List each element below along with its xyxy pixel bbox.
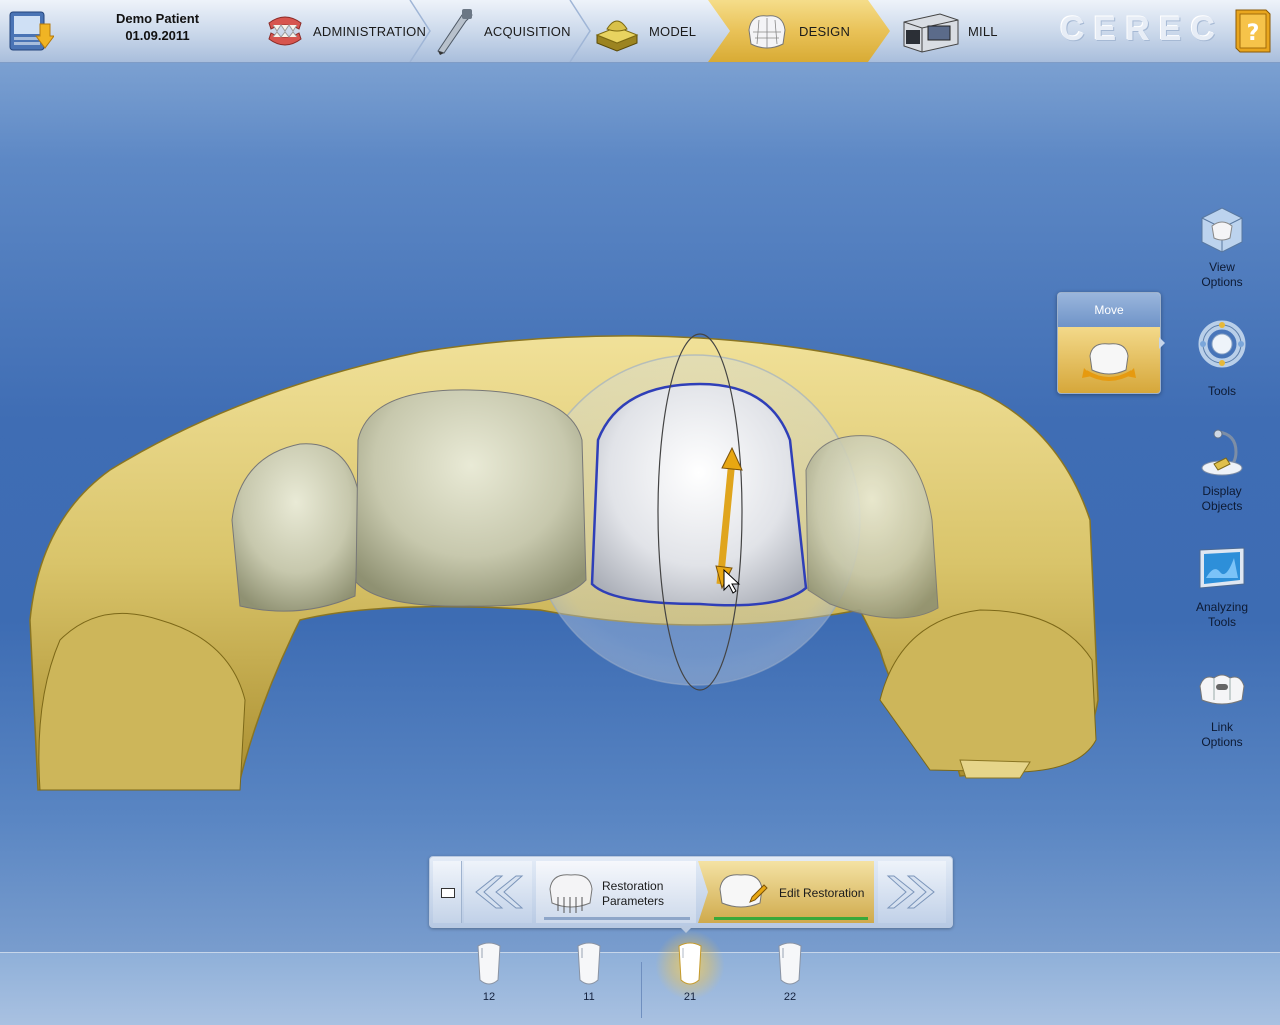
tools-ring-icon — [1198, 320, 1246, 368]
edit-restoration-step[interactable]: Edit Restoration — [698, 861, 874, 923]
tooth-icon — [577, 942, 601, 985]
tools-button[interactable]: Tools — [1186, 318, 1258, 399]
cerec-logo: CEREC — [1060, 10, 1225, 48]
design-3d-viewport[interactable] — [0, 63, 1280, 943]
tooth-number: 21 — [683, 991, 697, 1003]
move-popup-title: Move — [1058, 293, 1160, 327]
tooth-icon — [678, 942, 702, 985]
step-acquisition[interactable]: ACQUISITION — [432, 0, 571, 62]
edit-restoration-icon — [719, 874, 768, 908]
tooth-21-selected[interactable]: 21 — [670, 940, 710, 1003]
param-label-line1: Restoration — [602, 879, 664, 893]
view-options-button[interactable]: View Options — [1186, 204, 1258, 290]
view-cube-icon — [1201, 207, 1243, 253]
quadrant-separator — [641, 962, 642, 1018]
toggle-panel-button[interactable] — [433, 861, 462, 923]
move-tooth-icon — [1082, 343, 1136, 381]
popup-pointer — [1159, 337, 1165, 349]
step-label: ACQUISITION — [484, 23, 571, 39]
step-progress-active — [714, 917, 868, 920]
double-chevron-left-icon — [475, 875, 524, 909]
view-options-label: View Options — [1201, 260, 1243, 289]
tooth-12[interactable]: 12 — [469, 940, 509, 1003]
analyzing-tools-button[interactable]: Analyzing Tools — [1186, 544, 1258, 630]
step-mill[interactable]: MILL — [900, 0, 998, 62]
workflow-step-bar: Restoration Parameters Edit Restoration — [429, 856, 953, 928]
step-divider — [409, 0, 431, 62]
step-label: MODEL — [649, 23, 697, 39]
tooth-icon — [778, 942, 802, 985]
step-label: MILL — [968, 23, 998, 39]
move-tooth-button[interactable] — [1058, 327, 1160, 393]
link-options-button[interactable]: Link Options — [1186, 664, 1258, 750]
step-design[interactable]: DESIGN — [743, 0, 850, 62]
display-objects-label: Display Objects — [1201, 484, 1243, 513]
next-step-button[interactable] — [878, 861, 946, 923]
link-teeth-icon — [1199, 674, 1245, 705]
top-navigation-bar: Demo Patient 01.09.2011 ADMINISTRATION A… — [0, 0, 1280, 63]
restoration-parameters-icon — [549, 874, 593, 913]
milling-machine-icon — [903, 13, 959, 53]
crown-design-icon — [748, 15, 786, 49]
panel-icon — [441, 888, 455, 898]
svg-text:?: ? — [1247, 21, 1260, 46]
dental-model-scene — [29, 333, 1099, 791]
step-divider — [569, 0, 591, 62]
move-tool-popup[interactable]: Move — [1057, 292, 1161, 394]
tooth-number: 22 — [783, 991, 797, 1003]
tooth-selector-bar — [0, 952, 1280, 1025]
analyzing-monitor-icon — [1199, 547, 1245, 589]
camera-wand-icon — [437, 9, 473, 55]
edit-restoration-label: Edit Restoration — [779, 886, 865, 900]
patient-info: Demo Patient 01.09.2011 — [90, 10, 225, 44]
denture-icon — [268, 16, 302, 46]
tooth-number: 11 — [583, 991, 595, 1003]
tools-label: Tools — [1207, 384, 1236, 398]
display-objects-icon — [1201, 429, 1243, 476]
param-label-line2: Parameters — [602, 894, 665, 908]
restoration-parameters-step[interactable]: Restoration Parameters — [536, 861, 696, 923]
tooth-11[interactable]: 11 — [569, 940, 609, 1003]
analyzing-tools-label: Analyzing Tools — [1195, 600, 1249, 629]
tooth-number: 12 — [482, 991, 496, 1003]
help-book-icon[interactable]: ? — [1232, 6, 1274, 54]
step-label: DESIGN — [799, 23, 851, 39]
tooth-icon — [477, 942, 501, 985]
patient-date: 01.09.2011 — [125, 28, 190, 43]
previous-step-button[interactable] — [464, 861, 532, 923]
model-block-icon — [595, 20, 639, 52]
app-menu-icon[interactable] — [6, 6, 55, 54]
step-administration[interactable]: ADMINISTRATION — [265, 0, 426, 62]
step-progress-done — [544, 917, 690, 920]
double-chevron-right-icon — [886, 875, 935, 909]
tooth-22[interactable]: 22 — [770, 940, 810, 1003]
display-objects-button[interactable]: Display Objects — [1186, 428, 1258, 514]
patient-name: Demo Patient — [115, 11, 200, 26]
step-model[interactable]: MODEL — [593, 0, 696, 62]
link-options-label: Link Options — [1201, 720, 1243, 749]
restoration-parameters-label: Restoration Parameters — [602, 879, 664, 909]
